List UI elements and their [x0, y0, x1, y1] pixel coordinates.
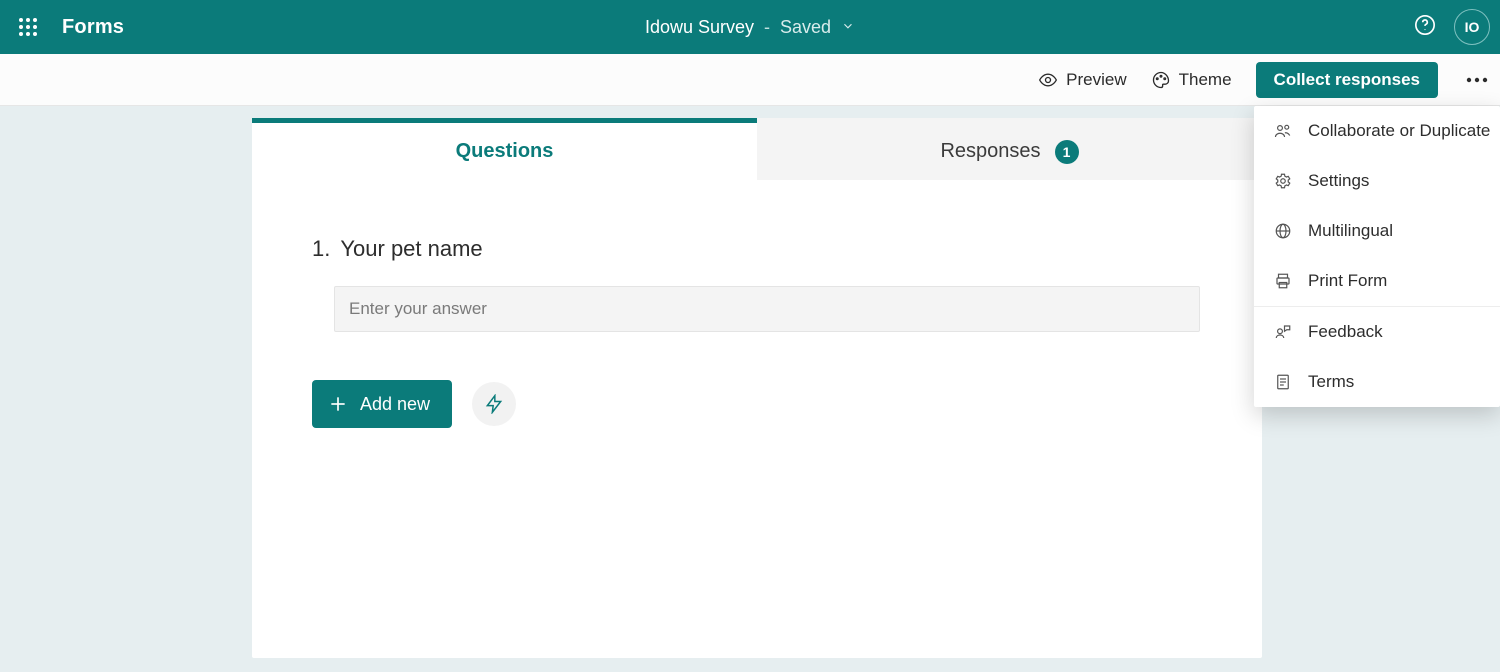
- menu-print-form[interactable]: Print Form: [1254, 256, 1500, 306]
- menu-label: Collaborate or Duplicate: [1308, 121, 1490, 141]
- menu-label: Terms: [1308, 372, 1354, 392]
- menu-settings[interactable]: Settings: [1254, 156, 1500, 206]
- question-number: 1: [312, 236, 330, 262]
- question-actions: Add new: [312, 380, 1202, 428]
- tab-strip: Questions Responses 1: [252, 118, 1262, 180]
- responses-count-badge: 1: [1055, 140, 1079, 164]
- print-icon: [1274, 272, 1292, 290]
- feedback-icon: [1274, 323, 1292, 341]
- menu-label: Feedback: [1308, 322, 1383, 342]
- form-title-group[interactable]: Idowu Survey - Saved: [645, 17, 855, 38]
- questions-panel: 1 Your pet name Add new: [252, 180, 1262, 458]
- app-launcher-button[interactable]: [8, 7, 48, 47]
- add-new-label: Add new: [360, 394, 430, 415]
- title-separator: -: [764, 17, 770, 38]
- globe-icon: [1274, 222, 1292, 240]
- menu-terms[interactable]: Terms: [1254, 357, 1500, 407]
- menu-label: Multilingual: [1308, 221, 1393, 241]
- user-avatar[interactable]: IO: [1454, 9, 1490, 45]
- tab-questions-label: Questions: [456, 140, 554, 163]
- menu-label: Print Form: [1308, 271, 1387, 291]
- eye-icon: [1038, 70, 1058, 90]
- tab-questions[interactable]: Questions: [252, 118, 757, 180]
- collect-responses-button[interactable]: Collect responses: [1256, 62, 1438, 98]
- save-status: Saved: [780, 17, 831, 38]
- people-icon: [1274, 122, 1292, 140]
- command-bar: Preview Theme Collect responses: [0, 54, 1500, 106]
- question-row[interactable]: 1 Your pet name: [312, 236, 1202, 262]
- menu-feedback[interactable]: Feedback: [1254, 307, 1500, 357]
- answer-input[interactable]: [334, 286, 1200, 332]
- menu-label: Settings: [1308, 171, 1369, 191]
- tab-responses-label: Responses: [940, 140, 1040, 163]
- more-options-button[interactable]: [1462, 77, 1492, 83]
- help-button[interactable]: [1414, 14, 1436, 41]
- preview-label: Preview: [1066, 70, 1126, 90]
- menu-multilingual[interactable]: Multilingual: [1254, 206, 1500, 256]
- suggestions-button[interactable]: [472, 382, 516, 426]
- theme-button[interactable]: Theme: [1151, 70, 1232, 90]
- workspace: Questions Responses 1 1 Your pet name Ad…: [0, 106, 1500, 658]
- waffle-icon: [19, 18, 37, 36]
- form-title: Idowu Survey: [645, 17, 754, 38]
- add-new-button[interactable]: Add new: [312, 380, 452, 428]
- help-icon: [1414, 14, 1436, 36]
- palette-icon: [1151, 70, 1171, 90]
- preview-button[interactable]: Preview: [1038, 70, 1126, 90]
- theme-label: Theme: [1179, 70, 1232, 90]
- form-card: Questions Responses 1 1 Your pet name Ad…: [252, 118, 1262, 658]
- app-name[interactable]: Forms: [62, 16, 124, 39]
- document-icon: [1274, 373, 1292, 391]
- more-options-menu: Collaborate or Duplicate Settings Multil…: [1254, 106, 1500, 407]
- more-horizontal-icon: [1466, 77, 1488, 83]
- question-text: Your pet name: [340, 236, 482, 262]
- lightning-icon: [484, 394, 504, 414]
- app-header: Forms Idowu Survey - Saved IO: [0, 0, 1500, 54]
- chevron-down-icon: [841, 19, 855, 33]
- avatar-initials: IO: [1465, 19, 1480, 35]
- menu-collaborate-duplicate[interactable]: Collaborate or Duplicate: [1254, 106, 1500, 156]
- tab-responses[interactable]: Responses 1: [757, 118, 1262, 180]
- plus-icon: [328, 394, 348, 414]
- title-chevron[interactable]: [841, 17, 855, 38]
- gear-icon: [1274, 172, 1292, 190]
